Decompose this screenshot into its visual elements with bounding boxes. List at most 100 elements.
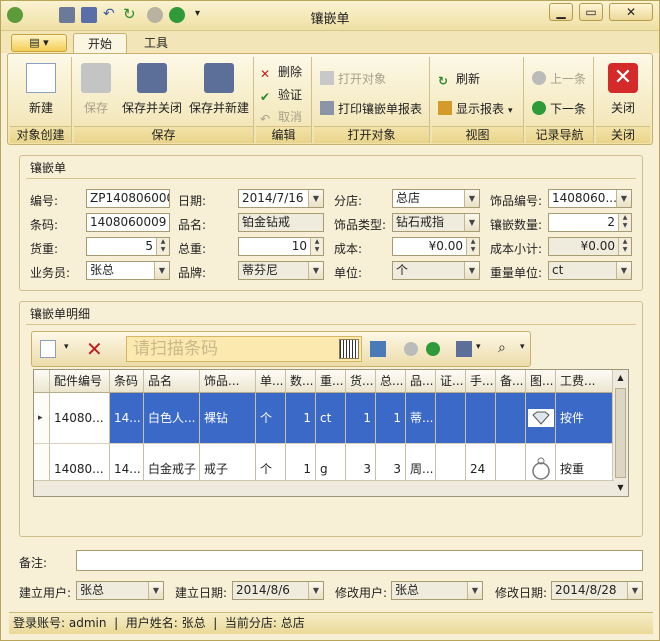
cell-weight[interactable]: 1 — [346, 393, 376, 443]
brand-value: 蒂芬尼 — [242, 263, 279, 277]
grid-settings-icon[interactable] — [370, 341, 386, 357]
salesman-select[interactable]: 张总 ▼ — [86, 261, 170, 280]
grid-vertical-scrollbar[interactable]: ▲ ▼ — [612, 370, 628, 496]
weight-stepper[interactable]: 5 ▲ ▼ — [86, 237, 170, 256]
cell-unit[interactable]: 个 — [256, 393, 286, 443]
dropdown-arrow-icon[interactable]: ▾ — [520, 342, 525, 352]
col-header[interactable]: 配件编号 — [50, 370, 110, 392]
cell-labor[interactable]: 按件 — [556, 393, 614, 443]
col-header[interactable]: 条码 — [110, 370, 144, 392]
print-report-label: 打印镶嵌单报表 — [338, 102, 423, 116]
close-button[interactable]: ✕ 关闭 — [600, 59, 646, 116]
next-record-button[interactable]: 下一条 — [532, 99, 586, 119]
delete-row-icon[interactable]: ✕ — [86, 337, 103, 361]
inlay-qty-stepper[interactable]: 2 ▲ ▼ — [548, 213, 632, 232]
cell-total[interactable]: 1 — [376, 393, 406, 443]
chevron-down-icon[interactable]: ▼ — [616, 190, 631, 207]
save-close-button[interactable]: 保存并关闭 — [120, 59, 184, 116]
print-report-button[interactable]: 打印镶嵌单报表 — [320, 99, 422, 119]
cell-weight-unit[interactable]: ct — [316, 393, 346, 443]
col-header[interactable]: 证... — [436, 370, 466, 392]
spin-icon: ▲ ▼ — [618, 238, 631, 255]
col-header[interactable]: 品... — [406, 370, 436, 392]
cell-cert[interactable] — [436, 393, 466, 443]
chevron-down-icon[interactable]: ▼ — [464, 190, 479, 207]
chevron-up-icon[interactable]: ▲ — [613, 370, 628, 386]
refresh-button[interactable]: ↻ 刷新 — [438, 69, 480, 89]
barcode-icon[interactable] — [339, 339, 359, 359]
cell-image[interactable] — [526, 393, 556, 443]
col-header[interactable]: 总... — [376, 370, 406, 392]
cancel-button[interactable]: ↶ 取消 — [260, 107, 302, 127]
save-new-button[interactable]: 保存并新建 — [186, 59, 252, 116]
minimize-button[interactable]: ▁ — [549, 3, 573, 21]
tab-tools[interactable]: 工具 — [129, 33, 183, 54]
delete-button[interactable]: ✕ 删除 — [260, 62, 302, 82]
close-window-button[interactable]: ✕ — [609, 3, 653, 21]
cell-note[interactable] — [496, 393, 526, 443]
cost-stepper[interactable]: ¥0.00 ▲ ▼ — [392, 237, 480, 256]
tab-home[interactable]: 开始 — [73, 33, 127, 54]
spin-icon[interactable]: ▲ ▼ — [310, 238, 323, 255]
col-header[interactable]: 备... — [496, 370, 526, 392]
cell-barcode[interactable]: 14... — [110, 393, 144, 443]
spin-icon[interactable]: ▲ ▼ — [156, 238, 169, 255]
group-edit: ✕ 删除 ✔ 验证 ↶ 取消 编辑 — [256, 57, 312, 143]
col-header[interactable]: 图... — [526, 370, 556, 392]
branch-select[interactable]: 总店 ▼ — [392, 189, 480, 208]
jewelry-code-select[interactable]: 1408060... ▼ — [548, 189, 632, 208]
col-header[interactable]: 品名 — [144, 370, 200, 392]
cell-brand[interactable]: 蒂... — [406, 393, 436, 443]
cell-code[interactable]: 14080... — [50, 393, 110, 443]
salesman-label: 业务员: — [30, 266, 71, 280]
dropdown-arrow-icon[interactable]: ▾ — [476, 342, 481, 352]
col-header[interactable]: 数... — [286, 370, 316, 392]
save-grid-icon[interactable] — [456, 341, 472, 357]
total-weight-stepper[interactable]: 10 ▲ ▼ — [238, 237, 324, 256]
barcode-field[interactable]: 1408060009 — [86, 213, 170, 232]
dropdown-arrow-icon[interactable]: ▾ — [64, 342, 69, 352]
grid-horizontal-scrollbar[interactable] — [34, 480, 614, 496]
spin-icon[interactable]: ▲ ▼ — [618, 214, 631, 231]
group-close-label: 关闭 — [596, 126, 650, 143]
grid-header: 配件编号 条码 品名 饰品... 单... 数... 重... 货... 总..… — [34, 370, 628, 393]
group-nav-label: 记录导航 — [526, 126, 593, 143]
remark-field[interactable] — [76, 550, 643, 571]
code-field[interactable]: ZP140806000 — [86, 189, 170, 208]
grid-toolbar: ▾ ✕ 请扫描条码 ▾ ⌕ ▾ — [31, 331, 531, 367]
arrow-up-icon[interactable] — [404, 342, 418, 356]
chevron-down-icon[interactable]: ▼ — [308, 190, 323, 207]
arrow-down-icon[interactable] — [426, 342, 440, 356]
cell-hand[interactable] — [466, 393, 496, 443]
verify-button[interactable]: ✔ 验证 — [260, 85, 302, 105]
cancel-icon: ↶ — [260, 112, 271, 126]
col-header[interactable]: 工费... — [556, 370, 614, 392]
new-row-icon[interactable] — [40, 340, 56, 358]
save-button[interactable]: 保存 — [78, 59, 114, 116]
table-row[interactable]: ▸ 14080... 14... 白色人... 裸钻 个 1 ct 1 1 蒂.… — [34, 393, 628, 444]
zoom-icon[interactable]: ⌕ — [498, 340, 506, 356]
show-report-button[interactable]: 显示报表 ▾ — [438, 99, 513, 119]
date-field[interactable]: 2014/7/16 ▼ — [238, 189, 324, 208]
cell-type[interactable]: 裸钻 — [200, 393, 256, 443]
prev-record-button[interactable]: 上一条 — [532, 69, 586, 89]
barcode-scan-input[interactable]: 请扫描条码 — [126, 336, 362, 362]
modified-date-value: 2014/8/28 — [555, 583, 617, 597]
cell-name[interactable]: 白色人... — [144, 393, 200, 443]
maximize-button[interactable]: ▭ — [579, 3, 603, 21]
chevron-down-icon[interactable]: ▼ — [154, 262, 169, 279]
col-header[interactable]: 单... — [256, 370, 286, 392]
col-header[interactable]: 饰品... — [200, 370, 256, 392]
scroll-thumb[interactable] — [615, 388, 626, 478]
chevron-down-icon[interactable]: ▼ — [613, 480, 628, 496]
new-button[interactable]: 新建 — [16, 59, 66, 116]
col-header[interactable]: 手... — [466, 370, 496, 392]
inlay-qty-label: 镶嵌数量: — [490, 218, 543, 232]
unit-select: 个 ▼ — [392, 261, 480, 280]
spin-icon[interactable]: ▲ ▼ — [466, 238, 479, 255]
col-header[interactable]: 重... — [316, 370, 346, 392]
app-menu-button[interactable]: ▤ ▾ — [11, 34, 67, 52]
open-object-button[interactable]: 打开对象 — [320, 69, 386, 89]
col-header[interactable]: 货... — [346, 370, 376, 392]
cell-qty[interactable]: 1 — [286, 393, 316, 443]
